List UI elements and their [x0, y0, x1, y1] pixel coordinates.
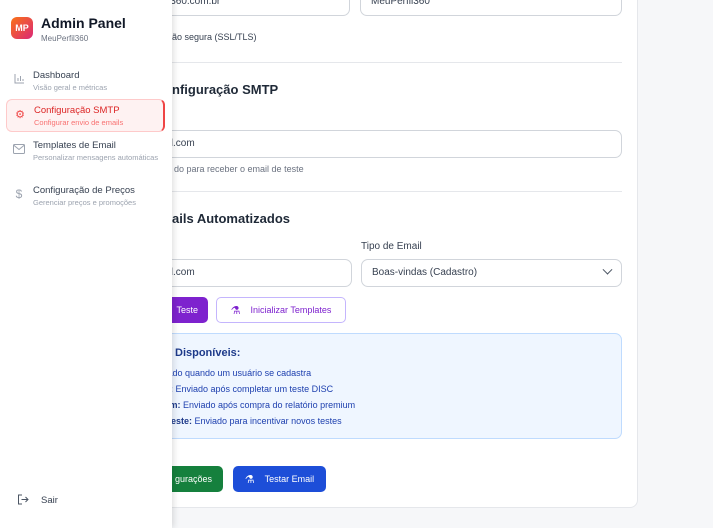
email-type-value: Boas-vindas (Cadastro): [372, 267, 478, 278]
sidebar: MP Admin Panel MeuPerfil360 Dashboard Vi…: [0, 0, 172, 528]
init-templates-button[interactable]: ⚗ Inicializar Templates: [216, 297, 346, 323]
info-line: um: Enviado após compra do relatório pre…: [164, 400, 356, 410]
sidebar-title: Admin Panel: [41, 15, 126, 31]
test-email-input[interactable]: ail.com: [152, 130, 622, 158]
logout-icon[interactable]: [17, 494, 29, 508]
dollar-icon: $: [15, 187, 23, 201]
flask-icon: ⚗: [244, 473, 255, 486]
flask-icon: ⚗: [230, 304, 241, 317]
sidebar-item-prices[interactable]: $ Configuração de Preços Gerenciar preço…: [6, 181, 165, 211]
test-email-help: do para receber o email de teste: [174, 164, 304, 174]
bar-chart-icon: [13, 73, 25, 87]
email-type-label: Tipo de Email: [361, 241, 422, 252]
sidebar-item-sub: Visão geral e métricas: [33, 83, 108, 92]
sidebar-item-label: Dashboard: [33, 70, 80, 81]
sidebar-item-templates[interactable]: Templates de Email Personalizar mensagen…: [6, 136, 165, 176]
sidebar-item-dashboard[interactable]: Dashboard Visão geral e métricas: [6, 66, 165, 96]
sidebar-item-label: Templates de Email: [33, 140, 116, 151]
smtp-user-input[interactable]: fil360.com.br: [152, 0, 350, 16]
init-templates-label: Inicializar Templates: [250, 305, 332, 315]
test-email-button[interactable]: ⚗ Testar Email: [233, 466, 326, 492]
info-line: teste: Enviado para incentivar novos tes…: [168, 416, 342, 426]
save-settings-label: gurações: [174, 474, 212, 484]
sidebar-item-label: Configuração de Preços: [33, 185, 135, 196]
auto-email-input[interactable]: ail.com: [152, 259, 352, 287]
gear-icon: ⚙: [15, 109, 25, 121]
logout-button[interactable]: Sair: [41, 495, 58, 506]
page-background-strip: [638, 0, 713, 528]
email-type-select[interactable]: Boas-vindas (Cadastro): [361, 259, 622, 287]
sidebar-item-smtp[interactable]: ⚙ Configuração SMTP Configurar envio de …: [6, 99, 165, 132]
chevron-down-icon: [602, 264, 613, 275]
mail-icon: [13, 144, 25, 157]
app-logo: MP: [11, 17, 33, 39]
divider: [152, 191, 622, 192]
divider: [152, 62, 622, 63]
auto-emails-section-title: ails Automatizados: [172, 211, 290, 226]
ssl-tls-label[interactable]: ão segura (SSL/TLS): [172, 32, 257, 42]
info-box-title: Disponíveis:: [175, 347, 241, 359]
info-line: viado quando um usuário se cadastra: [161, 368, 312, 378]
sidebar-item-sub: Personalizar mensagens automáticas: [33, 153, 159, 162]
sidebar-subtitle: MeuPerfil360: [41, 34, 89, 43]
test-smtp-section-title: nfiguração SMTP: [172, 82, 279, 97]
test-email-label: Testar Email: [264, 474, 315, 484]
from-name-input[interactable]: MeuPerfil360: [360, 0, 622, 16]
sidebar-item-sub: Configurar envio de emails: [34, 118, 124, 127]
sidebar-item-sub: Gerenciar preços e promoções: [33, 198, 136, 207]
sidebar-item-label: Configuração SMTP: [34, 105, 120, 116]
info-line: : Enviado após completar um teste DISC: [170, 384, 334, 394]
send-test-label: Teste: [176, 305, 198, 315]
